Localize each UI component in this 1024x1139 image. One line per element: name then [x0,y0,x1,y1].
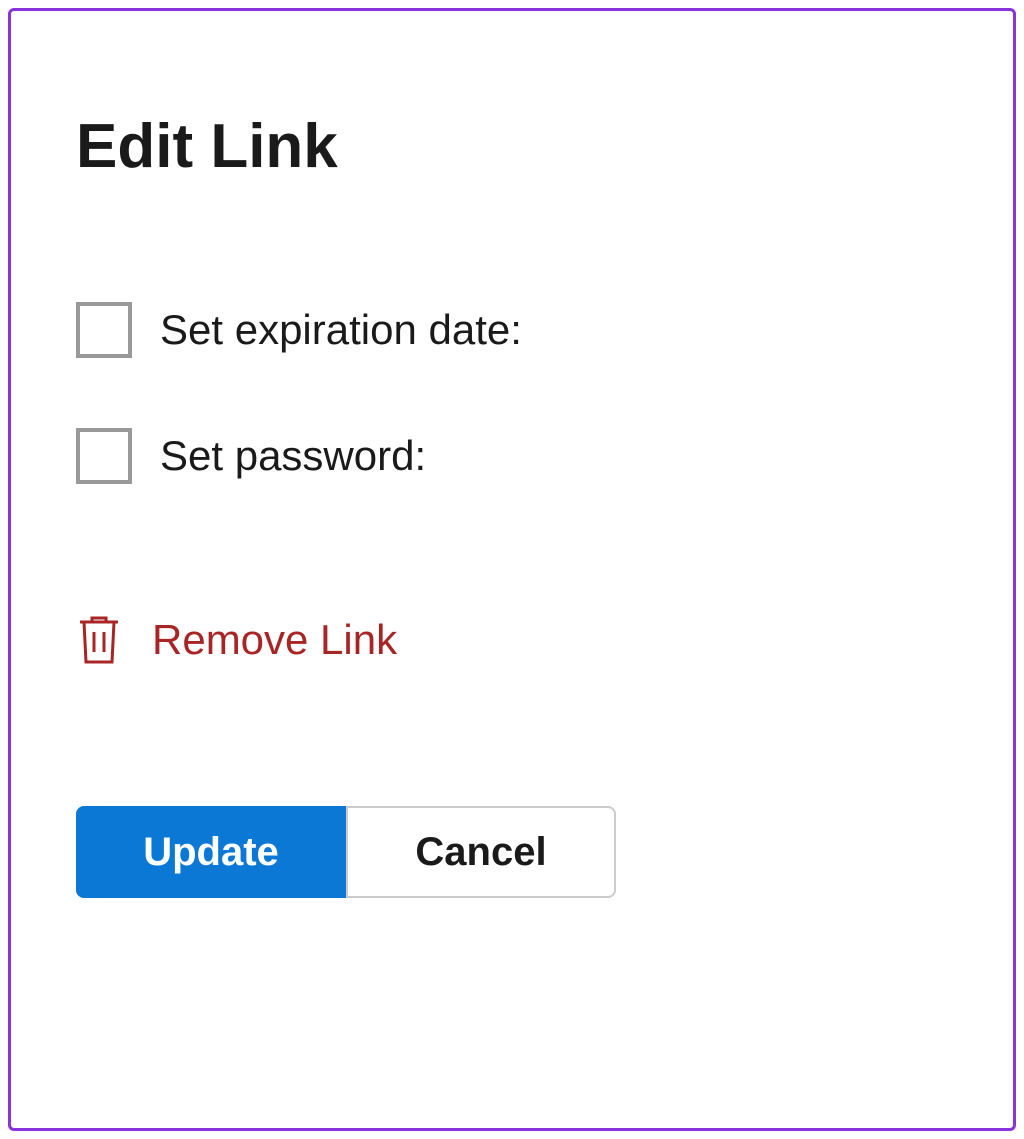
cancel-button[interactable]: Cancel [346,806,616,898]
button-row: Update Cancel [76,806,948,898]
dialog-frame: Edit Link Set expiration date: Set passw… [8,8,1016,1131]
set-expiration-checkbox[interactable] [76,302,132,358]
set-password-label: Set password: [160,432,426,480]
remove-link-label: Remove Link [152,616,397,664]
remove-link-button[interactable]: Remove Link [76,614,948,666]
dialog-title: Edit Link [76,111,948,182]
trash-icon [76,614,122,666]
set-expiration-row[interactable]: Set expiration date: [76,302,948,358]
set-password-row[interactable]: Set password: [76,428,948,484]
set-password-checkbox[interactable] [76,428,132,484]
set-expiration-label: Set expiration date: [160,306,522,354]
update-button[interactable]: Update [76,806,346,898]
